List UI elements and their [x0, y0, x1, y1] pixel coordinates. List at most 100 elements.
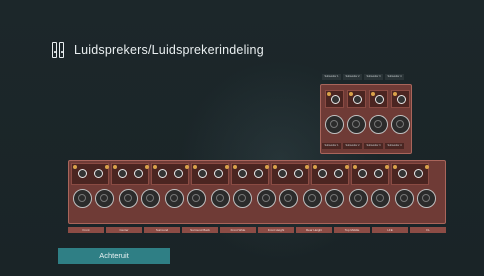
speaker-terminal-row: [71, 163, 429, 185]
terminal-cell: [191, 163, 229, 185]
marker-dot: [353, 165, 357, 169]
back-button[interactable]: Achteruit: [58, 248, 170, 264]
xlr-jack-icon: [256, 189, 276, 208]
xlr-pair: [117, 189, 161, 208]
subwoofer-label: Subwoofer 1: [322, 143, 341, 149]
marker-dot: [113, 165, 117, 169]
channel-label-front-height: Front Height: [258, 227, 294, 233]
marker-dot: [393, 92, 397, 96]
marker-dot: [185, 165, 189, 169]
terminal-jack-icon: [278, 169, 287, 178]
terminal-cell: [311, 163, 349, 185]
marker-dot: [371, 92, 375, 96]
xlr-jack-icon: [347, 115, 366, 134]
subwoofer-top-labels: Subwoofer 1 Subwoofer 2 Subwoofer 3 Subw…: [322, 74, 404, 80]
channel-label-center: Center: [106, 227, 142, 233]
terminal-jack-icon: [214, 169, 223, 178]
rca-jack-icon: [331, 95, 340, 104]
xlr-pair: [209, 189, 253, 208]
terminal-cell: [231, 163, 269, 185]
marker-dot: [233, 165, 237, 169]
xlr-jack-icon: [416, 189, 436, 208]
marker-dot: [393, 165, 397, 169]
marker-dot: [305, 165, 309, 169]
channel-labels: Front Center Surround Surround Back Fron…: [68, 227, 446, 233]
marker-dot: [425, 165, 429, 169]
xlr-jack-icon: [370, 189, 390, 208]
marker-dot: [313, 165, 317, 169]
xlr-jack-icon: [391, 115, 410, 134]
terminal-jack-icon: [94, 169, 103, 178]
xlr-jack-icon: [324, 189, 344, 208]
terminal-jack-icon: [358, 169, 367, 178]
subwoofer-label: Subwoofer 4: [385, 74, 404, 80]
terminal-jack-icon: [174, 169, 183, 178]
terminal-jack-icon: [414, 169, 423, 178]
subwoofer-bottom-labels: Subwoofer 1 Subwoofer 2 Subwoofer 3 Subw…: [322, 143, 404, 149]
xlr-jack-icon: [94, 189, 114, 208]
xlr-jack-icon: [72, 189, 92, 208]
terminal-jack-icon: [374, 169, 383, 178]
terminal-jack-icon: [118, 169, 127, 178]
xlr-pair: [393, 189, 437, 208]
marker-dot: [327, 92, 331, 96]
xlr-pair: [71, 189, 115, 208]
marker-dot: [349, 92, 353, 96]
channel-label-surround-back: Surround Back: [182, 227, 218, 233]
terminal-cell: [351, 163, 389, 185]
subwoofer-label: Subwoofer 4: [385, 143, 404, 149]
page-title: Luidsprekers/Luidsprekerindeling: [74, 43, 264, 57]
rca-cell: [369, 90, 388, 108]
channel-label-rear-height: Rear Height: [296, 227, 332, 233]
channel-label-top-middle: Top Middle: [334, 227, 370, 233]
xlr-jack-icon: [369, 115, 388, 134]
marker-dot: [73, 165, 77, 169]
rca-cell: [347, 90, 366, 108]
xlr-jack-icon: [394, 189, 414, 208]
terminal-jack-icon: [254, 169, 263, 178]
marker-dot: [385, 165, 389, 169]
rca-jack-icon: [375, 95, 384, 104]
xlr-jack-icon: [302, 189, 322, 208]
terminal-cell: [271, 163, 309, 185]
rca-cell: [391, 90, 410, 108]
xlr-jack-icon: [278, 189, 298, 208]
terminal-jack-icon: [134, 169, 143, 178]
terminal-jack-icon: [318, 169, 327, 178]
subwoofer-rca-row: [325, 90, 410, 108]
xlr-pair: [301, 189, 345, 208]
terminal-jack-icon: [198, 169, 207, 178]
channel-label-fl: FL: [410, 227, 446, 233]
terminal-cell: [151, 163, 189, 185]
terminal-cell: [71, 163, 109, 185]
marker-dot: [265, 165, 269, 169]
terminal-jack-icon: [158, 169, 167, 178]
channel-label-front-wide: Front Wide: [220, 227, 256, 233]
xlr-jack-icon: [140, 189, 160, 208]
marker-dot: [145, 165, 149, 169]
xlr-jack-icon: [186, 189, 206, 208]
amplifier-panel: [68, 160, 446, 224]
marker-dot: [345, 165, 349, 169]
subwoofer-label: Subwoofer 2: [343, 74, 362, 80]
xlr-jack-icon: [118, 189, 138, 208]
marker-dot: [225, 165, 229, 169]
xlr-jack-icon: [232, 189, 252, 208]
rca-cell: [325, 90, 344, 108]
rca-jack-icon: [397, 95, 406, 104]
xlr-pair: [347, 189, 391, 208]
subwoofer-label: Subwoofer 3: [364, 74, 383, 80]
terminal-jack-icon: [398, 169, 407, 178]
subwoofer-label: Subwoofer 2: [343, 143, 362, 149]
marker-dot: [273, 165, 277, 169]
xlr-jack-icon: [325, 115, 344, 134]
xlr-pair: [163, 189, 207, 208]
xlr-jack-icon: [348, 189, 368, 208]
channel-label-front: Front: [68, 227, 104, 233]
xlr-pair: [255, 189, 299, 208]
marker-dot: [105, 165, 109, 169]
terminal-jack-icon: [238, 169, 247, 178]
speaker-icon: [52, 42, 66, 58]
xlr-row: [71, 189, 437, 208]
terminal-cell: [111, 163, 149, 185]
